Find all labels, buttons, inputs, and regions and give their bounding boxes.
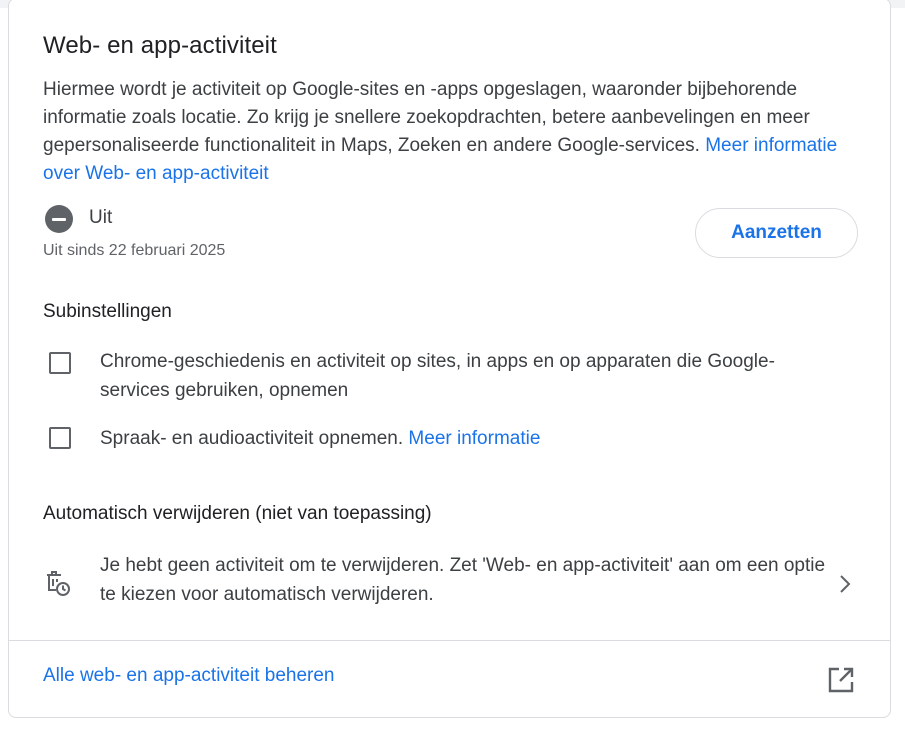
chrome-history-label: Chrome-geschiedenis en activiteit op sit… [100, 351, 775, 401]
description-text: Hiermee wordt je activiteit op Google-si… [43, 79, 810, 156]
turn-on-button[interactable]: Aanzetten [695, 208, 858, 258]
subsettings-heading: Subinstellingen [43, 301, 172, 322]
open-in-new-icon[interactable] [827, 666, 855, 694]
status-label: Uit [89, 207, 113, 228]
autodelete-text: Je hebt geen activiteit om te verwijdere… [100, 555, 826, 605]
voice-audio-label: Spraak- en audioactiviteit opnemen. [100, 428, 404, 449]
voice-audio-learn-more-link[interactable]: Meer informatie [408, 428, 540, 449]
web-app-activity-card: Web- en app-activiteit Hiermee wordt je … [8, 0, 891, 718]
voice-audio-checkbox[interactable] [49, 427, 71, 449]
auto-delete-icon [47, 571, 70, 596]
card-title: Web- en app-activiteit [43, 32, 277, 59]
voice-audio-row: Spraak- en audioactiviteit opnemen. Meer… [100, 424, 840, 453]
footer-divider [9, 640, 890, 641]
status-since: Uit sinds 22 februari 2025 [43, 242, 226, 259]
autodelete-heading: Automatisch verwijderen (niet van toepas… [43, 503, 432, 524]
manage-activity-link[interactable]: Alle web- en app-activiteit beheren [43, 665, 335, 687]
chrome-history-checkbox[interactable] [49, 352, 71, 374]
minus-circle-icon [45, 205, 73, 233]
card-description: Hiermee wordt je activiteit op Google-si… [43, 76, 858, 188]
chevron-right-icon[interactable] [835, 573, 855, 595]
